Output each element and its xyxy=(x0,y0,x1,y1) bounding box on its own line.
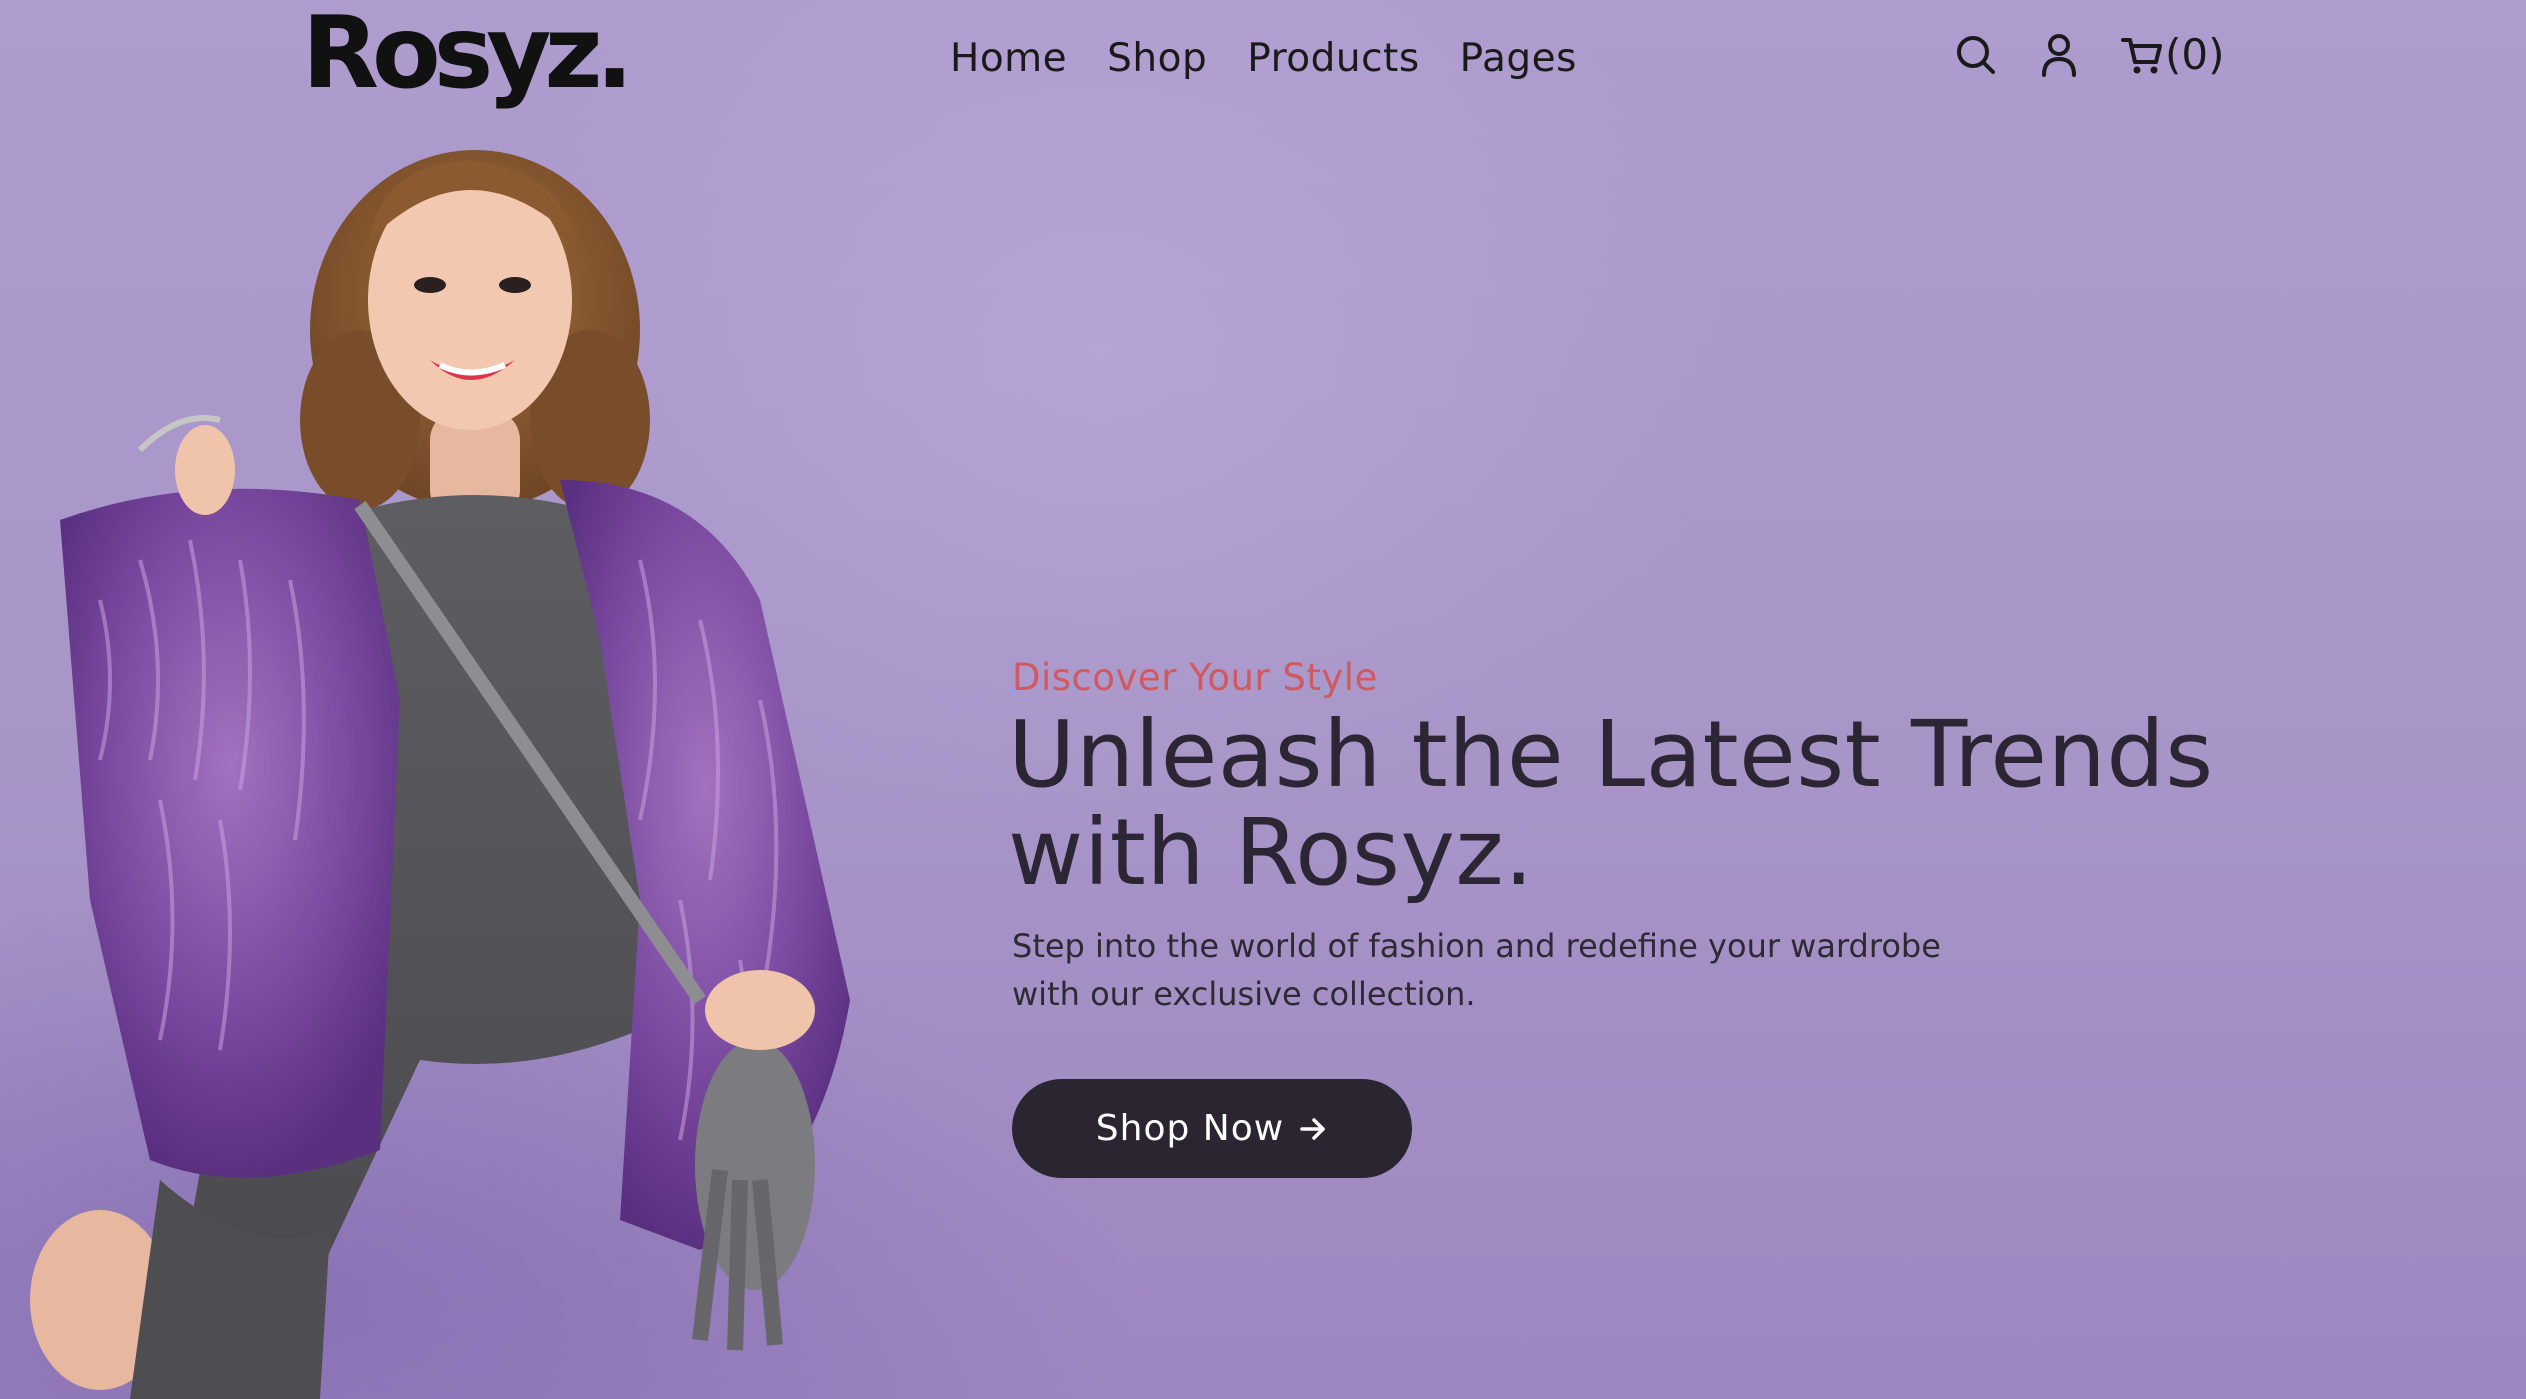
nav-item-products[interactable]: Products xyxy=(1247,36,1419,81)
nav-item-pages[interactable]: Pages xyxy=(1460,36,1577,81)
hero-subtext-line1: Step into the world of fashion and redef… xyxy=(1012,927,1941,965)
main-nav: Home Shop Products Pages xyxy=(950,36,1577,81)
account-button[interactable] xyxy=(2041,33,2077,77)
hero-subtext: Step into the world of fashion and redef… xyxy=(1012,922,2012,1018)
hero-headline: Unleash the Latest Trends with Rosyz. xyxy=(1008,706,2358,902)
search-button[interactable] xyxy=(1955,34,1997,76)
cart-icon xyxy=(2121,37,2162,73)
nav-item-home[interactable]: Home xyxy=(950,36,1067,81)
cart-button[interactable]: (0) xyxy=(2121,30,2225,79)
arrow-right-icon xyxy=(1300,1117,1325,1140)
hero-headline-line2: with Rosyz. xyxy=(1008,799,1534,906)
user-icon xyxy=(2042,33,2076,77)
hero-model-image xyxy=(30,150,850,1399)
search-icon xyxy=(1957,35,1995,74)
shop-now-button[interactable]: Shop Now xyxy=(1012,1079,1412,1178)
hero-eyebrow: Discover Your Style xyxy=(1012,656,1378,699)
shop-now-label: Shop Now xyxy=(1095,1108,1285,1149)
brand-logo[interactable]: Rosyz. xyxy=(302,0,634,111)
cart-count: (0) xyxy=(2165,30,2225,79)
hero-headline-line1: Unleash the Latest Trends xyxy=(1008,701,2214,808)
header-actions: (0) xyxy=(1955,30,2225,79)
hero-subtext-line2: with our exclusive collection. xyxy=(1012,975,1476,1013)
nav-item-shop[interactable]: Shop xyxy=(1107,36,1207,81)
